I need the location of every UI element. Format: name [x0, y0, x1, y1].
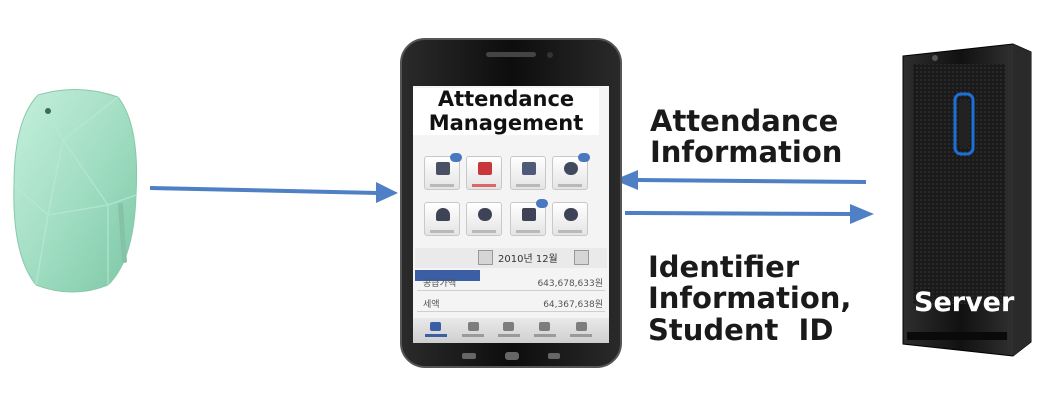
arrow-phone-to-server: [624, 204, 874, 224]
app-copy-button[interactable]: [510, 156, 546, 190]
label-line: Attendance: [650, 104, 839, 138]
stat-label: 공급가액: [423, 279, 457, 289]
identifier-information-label: Identifier Information, Student ID: [648, 250, 852, 347]
stat-row: 공급가액 643,678,633원: [423, 276, 603, 289]
folder-tab-icon[interactable]: [468, 322, 479, 331]
prev-month-button[interactable]: [478, 250, 493, 265]
home-icon[interactable]: [430, 322, 441, 331]
document-icon: [478, 162, 492, 175]
label-line: Information,: [648, 281, 852, 316]
app-user-button[interactable]: [424, 202, 460, 236]
app-folder-button[interactable]: [424, 153, 462, 190]
stat-value: 64,367,638원: [543, 300, 603, 310]
label-line: Information: [650, 135, 843, 170]
next-month-button[interactable]: [574, 250, 589, 265]
server-label: Server: [914, 287, 1015, 318]
copy-icon: [522, 162, 536, 175]
app-title-line2: Management: [428, 110, 584, 135]
speaker-icon: [522, 208, 536, 221]
document-tab-icon[interactable]: [503, 322, 514, 331]
stat-row: 세액 64,367,638원: [423, 297, 603, 310]
app-announce-button[interactable]: [510, 199, 548, 236]
star-icon: [564, 162, 578, 175]
app-settings-button[interactable]: [466, 202, 502, 236]
network-icon: [564, 208, 578, 221]
date-text: 2010년 12월: [498, 254, 558, 265]
user-icon: [436, 208, 450, 221]
app-title-line1: Attendance: [437, 87, 575, 111]
app-customer-button[interactable]: [552, 202, 588, 236]
user-tab-icon[interactable]: [576, 322, 587, 331]
arrow-beacon-to-phone: [149, 182, 398, 203]
notification-badge: [578, 153, 590, 162]
gear-icon: [478, 208, 492, 221]
attendance-information-label: Attendance Information: [650, 104, 843, 170]
arrow-server-to-phone: [614, 170, 867, 190]
stat-value: 643,678,633원: [537, 279, 603, 289]
stat-label: 세액: [423, 300, 440, 310]
app-title: Attendance Management: [413, 87, 599, 136]
notification-badge: [450, 153, 462, 162]
label-line: Student ID: [648, 312, 834, 347]
notification-badge: [536, 199, 548, 208]
app-star-button[interactable]: [552, 153, 590, 190]
app-document-button[interactable]: [466, 156, 502, 190]
label-line: Identifier: [648, 250, 800, 284]
folder-icon: [436, 162, 450, 175]
star-tab-icon[interactable]: [539, 322, 550, 331]
